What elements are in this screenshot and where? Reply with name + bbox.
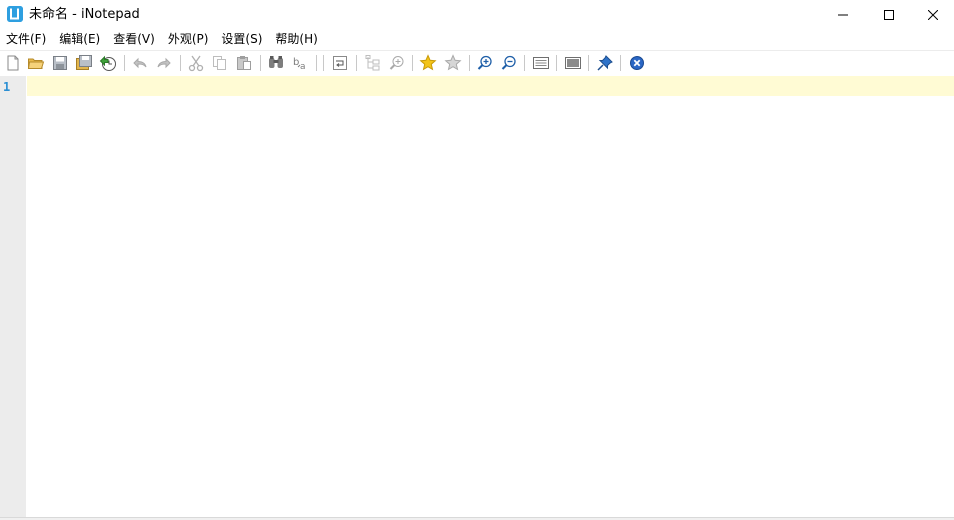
save-all-icon: [75, 54, 93, 72]
find-icon: [267, 54, 285, 72]
word-wrap-icon: [331, 54, 349, 72]
toolbar-separator: [588, 55, 589, 71]
revert-button[interactable]: [99, 54, 117, 72]
minimize-button[interactable]: [820, 0, 866, 29]
fullscreen-icon: [564, 54, 582, 72]
bookmark-remove-icon: [444, 54, 462, 72]
replace-button[interactable]: ba: [291, 54, 309, 72]
menu-view[interactable]: 查看(V): [107, 29, 162, 49]
redo-button[interactable]: [155, 54, 173, 72]
close-button[interactable]: [912, 0, 954, 29]
close-doc-button[interactable]: [628, 54, 646, 72]
save-all-button[interactable]: [75, 54, 93, 72]
menu-edit[interactable]: 编辑(E): [53, 29, 107, 49]
maximize-icon: [884, 9, 894, 20]
menu-help[interactable]: 帮助(H): [269, 29, 324, 49]
redo-icon: [155, 54, 173, 72]
close-doc-icon: [628, 54, 646, 72]
close-icon: [928, 9, 938, 20]
zoom-in-icon: [476, 54, 494, 72]
title-bar[interactable]: 未命名 - iNotepad: [0, 0, 954, 29]
revert-icon: [99, 54, 117, 72]
toolbar-separator: [524, 55, 525, 71]
app-icon: [7, 6, 23, 22]
keyboard-button[interactable]: [532, 54, 550, 72]
copy-button[interactable]: [211, 54, 229, 72]
toolbar-separator: [124, 55, 125, 71]
find-button[interactable]: [267, 54, 285, 72]
toolbar-separator: [620, 55, 621, 71]
toolbar: ba: [0, 50, 954, 76]
paste-icon: [235, 54, 253, 72]
open-button[interactable]: [27, 54, 45, 72]
line-number-gutter: 1: [0, 76, 26, 517]
window-title: 未命名 - iNotepad: [29, 7, 140, 22]
zoom-view-icon: [388, 54, 406, 72]
zoom-out-button[interactable]: [500, 54, 518, 72]
zoom-view-button[interactable]: [388, 54, 406, 72]
app-window: 未命名 - iNotepad 文件(F) 编辑(E) 查看(V) 外观(P) 设…: [0, 0, 954, 520]
save-button[interactable]: [51, 54, 69, 72]
bookmark-button[interactable]: [419, 54, 437, 72]
copy-icon: [211, 54, 229, 72]
new-file-button[interactable]: [4, 54, 22, 72]
replace-icon: ba: [291, 54, 309, 72]
zoom-out-icon: [500, 54, 518, 72]
tree-view-button[interactable]: [364, 54, 382, 72]
paste-button[interactable]: [235, 54, 253, 72]
maximize-button[interactable]: [866, 0, 912, 29]
menu-settings[interactable]: 设置(S): [215, 29, 269, 49]
undo-icon: [131, 54, 149, 72]
text-area[interactable]: [27, 76, 954, 517]
cut-button[interactable]: [187, 54, 205, 72]
toolbar-separator: [556, 55, 557, 71]
toolbar-separator: [356, 55, 357, 71]
svg-text:a: a: [300, 62, 306, 72]
tree-view-icon: [364, 54, 382, 72]
zoom-in-button[interactable]: [476, 54, 494, 72]
menu-appearance[interactable]: 外观(P): [162, 29, 216, 49]
line-number: 1: [3, 80, 11, 94]
cut-icon: [187, 54, 205, 72]
toolbar-separator: [260, 55, 261, 71]
undo-button[interactable]: [131, 54, 149, 72]
menu-bar: 文件(F) 编辑(E) 查看(V) 外观(P) 设置(S) 帮助(H): [0, 29, 954, 49]
new-file-icon: [4, 54, 22, 72]
keyboard-icon: [532, 54, 550, 72]
editor: 1: [0, 76, 954, 517]
toolbar-separator: [316, 55, 317, 71]
fullscreen-button[interactable]: [564, 54, 582, 72]
toolbar-separator: [180, 55, 181, 71]
pin-button[interactable]: [596, 54, 614, 72]
toolbar-separator: [323, 55, 324, 71]
word-wrap-button[interactable]: [331, 54, 349, 72]
toolbar-separator: [469, 55, 470, 71]
save-icon: [51, 54, 69, 72]
minimize-icon: [838, 10, 848, 20]
bookmark-star-icon: [419, 54, 437, 72]
bookmark-remove-button[interactable]: [444, 54, 462, 72]
menu-file[interactable]: 文件(F): [0, 29, 53, 49]
toolbar-separator: [412, 55, 413, 71]
open-folder-icon: [27, 54, 45, 72]
pin-icon: [596, 54, 614, 72]
